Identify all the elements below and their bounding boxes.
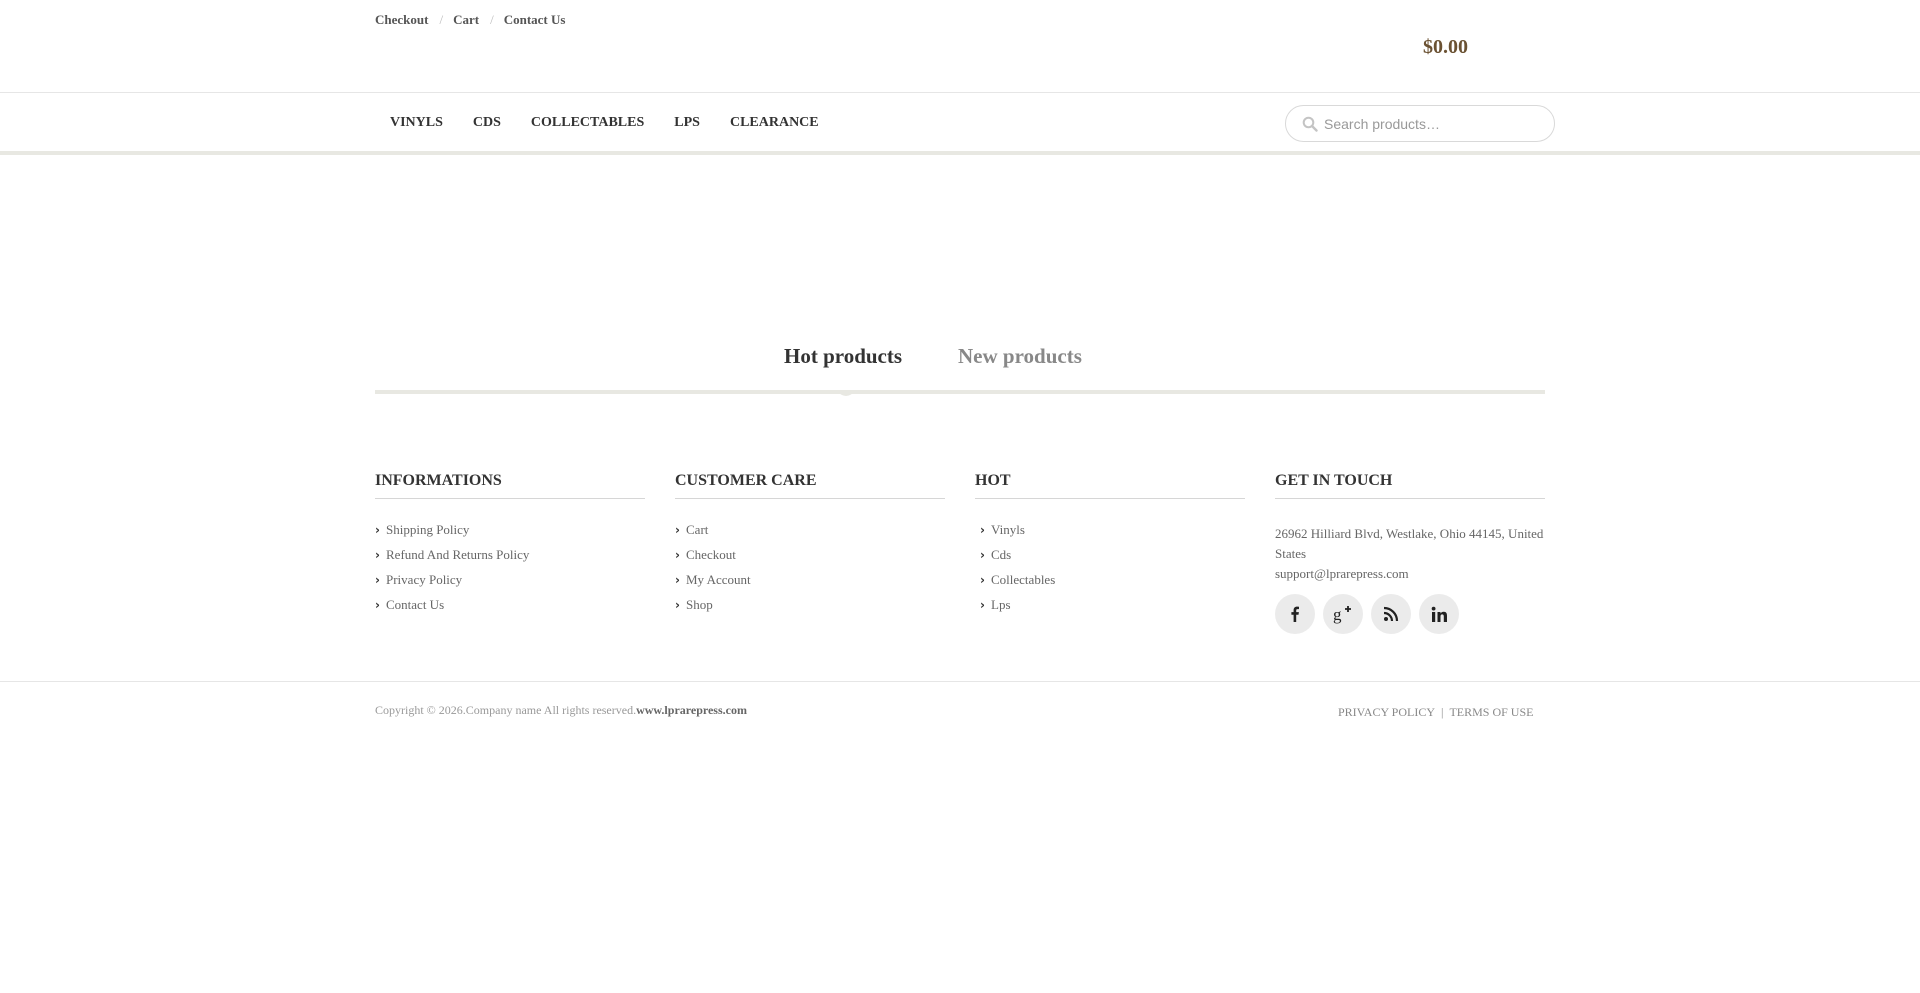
footer-link-collectables[interactable]: › Collectables — [980, 572, 1245, 597]
chevron-right-icon: › — [675, 573, 680, 587]
search-input[interactable] — [1324, 114, 1544, 134]
link-label: Checkout — [686, 547, 736, 562]
link-label: Collectables — [991, 572, 1056, 587]
footer-link-checkout[interactable]: › Checkout — [675, 547, 945, 572]
footer-customer-care: CUSTOMER CARE › Cart › Checkout › My Accoun… — [675, 472, 945, 622]
link-label: Refund And Returns Policy — [386, 547, 530, 562]
link-label: My Account — [686, 572, 751, 587]
footer-heading: GET IN TOUCH — [1275, 472, 1545, 499]
top-links: Checkout / Cart / Contact Us — [375, 12, 565, 28]
product-search[interactable] — [1285, 105, 1555, 142]
chevron-right-icon: › — [980, 598, 985, 612]
chevron-right-icon: › — [675, 523, 680, 537]
chevron-right-icon: › — [980, 548, 985, 562]
linkedin-icon — [1431, 606, 1447, 622]
chevron-right-icon: › — [675, 598, 680, 612]
chevron-right-icon: › — [375, 548, 380, 562]
link-label: Privacy Policy — [386, 572, 463, 587]
link-separator: / — [439, 12, 444, 27]
nav-item-collectables[interactable]: COLLECTABLES — [531, 115, 644, 131]
copyright-text: Copyright © 2026.Company name All rights… — [375, 703, 637, 717]
nav-item-clearance[interactable]: CLEARANCE — [730, 115, 819, 131]
nav-item-lps[interactable]: LPS — [674, 115, 700, 131]
privacy-policy-link[interactable]: PRIVACY POLICY — [1338, 705, 1435, 719]
chevron-right-icon: › — [980, 573, 985, 587]
contact-us-link[interactable]: Contact Us — [504, 12, 566, 27]
copyright: Copyright © 2026.Company name All rights… — [375, 703, 747, 718]
footer-heading: INFORMATIONS — [375, 472, 645, 499]
tab-new-products[interactable]: New products — [958, 344, 1082, 369]
link-label: Shipping Policy — [386, 522, 470, 537]
nav-menu: VINYLS CDS COLLECTABLES LPS CLEARANCE — [390, 115, 849, 131]
rss-icon — [1383, 606, 1399, 622]
footer-link-shop[interactable]: › Shop — [675, 597, 945, 622]
contact-address: 26962 Hilliard Blvd, Westlake, Ohio 4414… — [1275, 526, 1544, 561]
footer-get-in-touch: GET IN TOUCH 26962 Hilliard Blvd, Westla… — [1275, 472, 1545, 634]
footer-link-my-account[interactable]: › My Account — [675, 572, 945, 597]
rss-button[interactable] — [1371, 594, 1411, 634]
link-label: Cds — [991, 547, 1012, 562]
chevron-right-icon: › — [375, 523, 380, 537]
footer-link-privacy-policy[interactable]: › Privacy Policy — [375, 572, 645, 597]
link-label: Contact Us — [386, 597, 445, 612]
social-links: g — [1275, 594, 1545, 634]
active-tab-indicator — [836, 390, 856, 396]
footer-informations: INFORMATIONS › Shipping Policy › Refund An… — [375, 472, 645, 622]
terms-of-use-link[interactable]: TERMS OF USE — [1449, 705, 1533, 719]
chevron-right-icon: › — [675, 548, 680, 562]
contact-email[interactable]: support@lprarepress.com — [1275, 564, 1545, 584]
google-plus-icon: g — [1333, 605, 1351, 624]
link-separator: / — [490, 12, 494, 27]
search-icon — [1302, 116, 1318, 132]
link-label: Vinyls — [991, 522, 1025, 537]
nav-item-cds[interactable]: CDS — [473, 115, 501, 131]
link-label: Cart — [686, 522, 709, 537]
footer-divider — [0, 681, 1920, 682]
main-nav: VINYLS CDS COLLECTABLES LPS CLEARANCE — [0, 93, 1920, 155]
footer-heading: HOT — [975, 472, 1245, 499]
contact-info: 26962 Hilliard Blvd, Westlake, Ohio 4414… — [1275, 524, 1545, 584]
footer-link-cds[interactable]: › Cds — [980, 547, 1245, 572]
checkout-link[interactable]: Checkout — [375, 12, 428, 27]
footer-hot: HOT › Vinyls › Cds › Collectables › Lps — [975, 472, 1245, 622]
footer-heading: CUSTOMER CARE — [675, 472, 945, 499]
linkedin-button[interactable] — [1419, 594, 1459, 634]
footer-link-shipping-policy[interactable]: › Shipping Policy — [375, 522, 645, 547]
tab-hot-products[interactable]: Hot products — [784, 344, 902, 369]
footer-link-cart[interactable]: › Cart — [675, 522, 945, 547]
chevron-right-icon: › — [375, 598, 380, 612]
legal-separator: | — [1441, 705, 1444, 719]
link-label: Lps — [991, 597, 1011, 612]
footer-link-lps[interactable]: › Lps — [980, 597, 1245, 622]
chevron-right-icon: › — [375, 573, 380, 587]
svg-text:g: g — [1333, 605, 1342, 624]
nav-item-vinyls[interactable]: VINYLS — [390, 115, 443, 131]
facebook-button[interactable] — [1275, 594, 1315, 634]
tab-underline — [375, 390, 1545, 394]
cart-total[interactable]: $0.00 — [1423, 36, 1468, 59]
footer-link-refund-policy[interactable]: › Refund And Returns Policy — [375, 547, 645, 572]
legal-links: PRIVACY POLICY | TERMS OF USE — [1338, 705, 1533, 720]
chevron-right-icon: › — [980, 523, 985, 537]
google-plus-button[interactable]: g — [1323, 594, 1363, 634]
facebook-icon — [1291, 606, 1299, 622]
top-bar: Checkout / Cart / Contact Us $0.00 — [0, 0, 1920, 93]
footer-link-vinyls[interactable]: › Vinyls — [980, 522, 1245, 547]
site-link[interactable]: www.lprarepress.com — [636, 703, 747, 717]
link-label: Shop — [686, 597, 713, 612]
cart-link[interactable]: Cart — [453, 12, 479, 27]
footer-link-contact-us[interactable]: › Contact Us — [375, 597, 645, 622]
